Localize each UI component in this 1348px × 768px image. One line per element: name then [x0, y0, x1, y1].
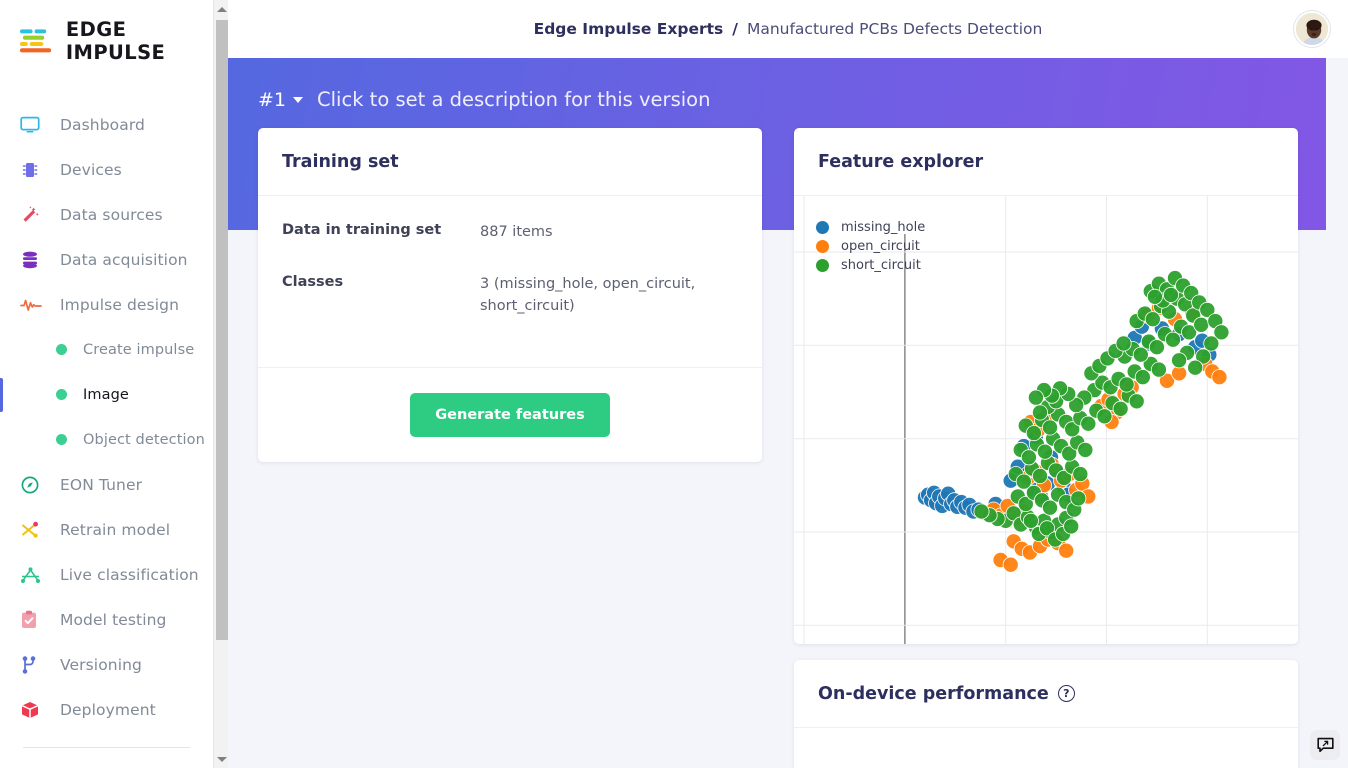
sidebar-item-label: Live classification	[60, 565, 199, 584]
sidebar: EDGE IMPULSE Dashboard Devices Data sour	[0, 0, 228, 768]
table-row: Data in training set 887 items	[282, 222, 738, 244]
feature-explorer-title: Feature explorer	[818, 151, 984, 172]
clipboard-check-icon	[20, 609, 46, 631]
legend-item[interactable]: short_circuit	[816, 256, 925, 275]
user-avatar-icon	[1296, 13, 1328, 45]
main-content: Edge Impulse Experts / Manufactured PCBs…	[228, 0, 1348, 768]
app-root: EDGE IMPULSE Dashboard Devices Data sour	[0, 0, 1348, 768]
git-branch-icon	[20, 654, 46, 676]
shuffle-icon	[20, 519, 46, 541]
scroll-up-arrow-icon[interactable]	[214, 0, 228, 18]
legend-item[interactable]: open_circuit	[816, 237, 925, 256]
table-row: Classes 3 (missing_hole, open_circuit, s…	[282, 274, 738, 318]
chevron-down-icon	[293, 96, 304, 103]
sidebar-item-label: Data sources	[60, 205, 163, 224]
scroll-down-arrow-icon[interactable]	[214, 750, 228, 768]
training-set-header: Training set	[258, 128, 762, 196]
feature-explorer-card: Feature explorer missing_hole open_circu…	[794, 128, 1298, 644]
avatar[interactable]	[1294, 11, 1330, 47]
scrollbar-thumb[interactable]	[216, 20, 228, 640]
training-set-card: Training set Data in training set 887 it…	[258, 128, 762, 462]
training-set-footer: Generate features	[258, 367, 762, 461]
green-dot-icon	[56, 389, 67, 400]
top-bar: Edge Impulse Experts / Manufactured PCBs…	[228, 0, 1348, 58]
legend-label: missing_hole	[841, 220, 926, 235]
feedback-chat-icon	[1316, 737, 1334, 752]
sidebar-scrollbar[interactable]	[213, 0, 228, 768]
green-dot-icon	[56, 344, 67, 355]
sidebar-item-image[interactable]: Image	[0, 372, 228, 417]
breadcrumb-project[interactable]: Manufactured PCBs Defects Detection	[747, 20, 1042, 38]
feedback-widget-button[interactable]	[1310, 730, 1340, 760]
brand-logo[interactable]: EDGE IMPULSE	[0, 0, 228, 64]
sidebar-item-label: Object detection	[83, 431, 205, 448]
performance-title: On-device performance	[818, 683, 1049, 704]
sidebar-item-label: Image	[83, 386, 129, 403]
green-dot-icon	[56, 434, 67, 445]
row-key: Classes	[282, 273, 344, 290]
feature-explorer-header: Feature explorer	[794, 128, 1298, 196]
version-description-input[interactable]: Click to set a description for this vers…	[317, 88, 710, 111]
on-device-performance-card: On-device performance ?	[794, 660, 1298, 768]
sidebar-item-dashboard[interactable]: Dashboard	[0, 102, 228, 147]
sidebar-item-label: Deployment	[60, 700, 156, 719]
sidebar-item-object-detection[interactable]: Object detection	[0, 417, 228, 462]
sidebar-item-deployment[interactable]: Deployment	[0, 687, 228, 732]
sidebar-item-devices[interactable]: Devices	[0, 147, 228, 192]
sidebar-item-retrain-model[interactable]: Retrain model	[0, 507, 228, 552]
generate-features-button[interactable]: Generate features	[410, 392, 610, 437]
legend-dot-open-circuit	[816, 240, 829, 253]
sidebar-nav: Dashboard Devices Data sources Data acqu…	[0, 102, 228, 732]
sidebar-item-model-testing[interactable]: Model testing	[0, 597, 228, 642]
legend-dot-missing-hole	[816, 221, 829, 234]
breadcrumb: Edge Impulse Experts / Manufactured PCBs…	[534, 20, 1043, 38]
sidebar-item-create-impulse[interactable]: Create impulse	[0, 327, 228, 372]
sidebar-item-data-sources[interactable]: Data sources	[0, 192, 228, 237]
training-set-title: Training set	[282, 151, 399, 172]
row-value: 887 items	[480, 224, 553, 240]
database-icon	[20, 249, 46, 271]
breadcrumb-org[interactable]: Edge Impulse Experts	[534, 20, 724, 38]
version-row: #1 Click to set a description for this v…	[258, 88, 710, 111]
sidebar-item-data-acquisition[interactable]: Data acquisition	[0, 237, 228, 282]
legend-item[interactable]: missing_hole	[816, 218, 925, 237]
legend-label: open_circuit	[841, 239, 920, 254]
cube-icon	[20, 699, 46, 721]
sidebar-item-label: Devices	[60, 160, 122, 179]
version-selector[interactable]: #1	[258, 88, 304, 111]
sidebar-item-label: Create impulse	[83, 341, 195, 358]
sidebar-item-live-classification[interactable]: Live classification	[0, 552, 228, 597]
legend-label: short_circuit	[841, 258, 921, 273]
sidebar-item-label: Dashboard	[60, 115, 145, 134]
legend-dot-short-circuit	[816, 259, 829, 272]
pulse-icon	[20, 294, 46, 316]
question-mark-icon[interactable]: ?	[1057, 685, 1075, 702]
feature-explorer-plot[interactable]: missing_hole open_circuit short_circuit	[794, 196, 1298, 644]
sidebar-item-label: Impulse design	[60, 295, 179, 314]
sidebar-item-label: Retrain model	[60, 520, 171, 539]
sidebar-item-label: Data acquisition	[60, 250, 188, 269]
version-number: #1	[258, 88, 287, 111]
monitor-icon	[20, 114, 46, 136]
network-icon	[20, 564, 46, 586]
row-key: Data in training set	[282, 222, 442, 238]
chip-icon	[20, 159, 46, 181]
row-value: 3 (missing_hole, open_circuit, short_cir…	[480, 275, 696, 314]
brand-name: EDGE IMPULSE	[65, 18, 166, 64]
performance-title-wrap: On-device performance ?	[818, 684, 1075, 704]
sidebar-item-label: Model testing	[60, 610, 167, 629]
training-set-body: Data in training set 887 items Classes 3…	[258, 196, 762, 367]
breadcrumb-separator: /	[732, 20, 738, 38]
sidebar-item-label: EON Tuner	[60, 475, 143, 494]
sidebar-item-eon-tuner[interactable]: EON Tuner	[0, 462, 228, 507]
sidebar-item-label: Versioning	[60, 655, 142, 674]
sidebar-item-impulse-design[interactable]: Impulse design	[0, 282, 228, 327]
compass-icon	[20, 474, 46, 496]
sidebar-item-versioning[interactable]: Versioning	[0, 642, 228, 687]
performance-header: On-device performance ?	[794, 660, 1298, 728]
sidebar-divider	[23, 747, 190, 748]
edge-impulse-logo-icon	[20, 29, 52, 53]
chart-legend: missing_hole open_circuit short_circuit	[816, 218, 925, 275]
magic-wand-icon	[20, 204, 46, 226]
